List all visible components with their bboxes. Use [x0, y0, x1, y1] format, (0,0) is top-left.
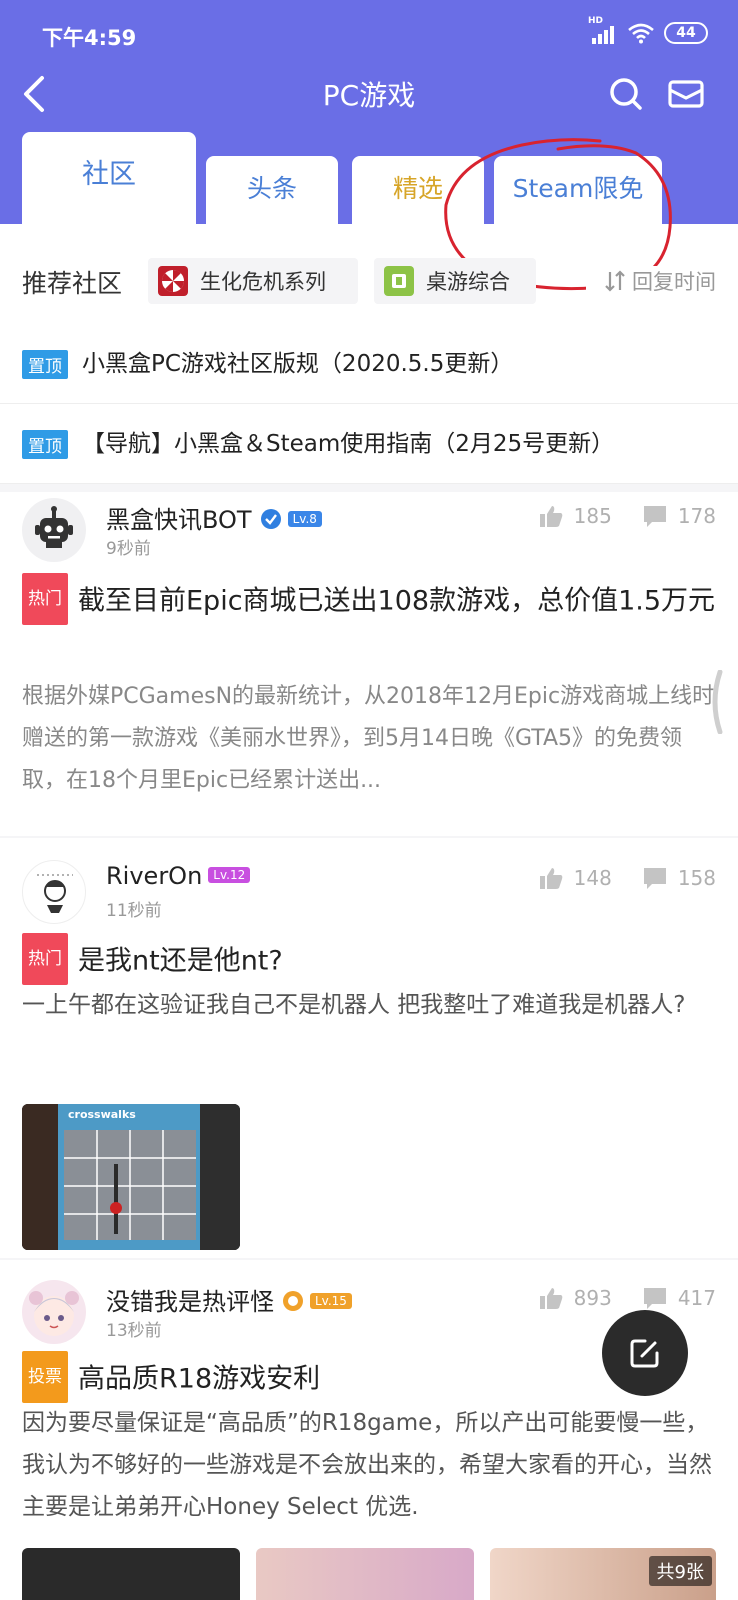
post-time: 9秒前 — [106, 539, 151, 559]
sort-by-reply-time[interactable]: 回复时间 — [586, 266, 716, 296]
post-title-text: 截至目前Epic商城已送出108款游戏，总价值1.5万元 — [78, 585, 716, 617]
mail-icon[interactable] — [666, 74, 706, 114]
post-stats: 893 417 — [538, 1286, 716, 1310]
tab-community[interactable]: 社区 — [22, 132, 196, 224]
comment-icon[interactable] — [642, 866, 668, 890]
status-time: 下午4:59 — [42, 26, 137, 50]
post-excerpt: 根据外媒PCGamesN的最新统计，从2018年12月Epic游戏商城上线时赠送… — [22, 684, 715, 793]
captcha-photo: crosswalks — [22, 1104, 240, 1250]
comment-count: 178 — [677, 504, 716, 528]
pinned-badge: 置顶 — [22, 350, 68, 379]
post-excerpt: 因为要尽量保证是“高品质”的R18game，所以产出可能要慢一些，我认为不够好的… — [22, 1410, 712, 1520]
post-title[interactable]: 热门 截至目前Epic商城已送出108款游戏，总价值1.5万元 — [22, 573, 716, 628]
post-card[interactable]: 黑盒快讯BOT Lv.8 9秒前 185 178 热门 截至目前Epic商城已送出1… — [0, 498, 738, 838]
post-time: 13秒前 — [106, 1321, 162, 1341]
community-chip-board-games[interactable]: 桌游综合 — [374, 258, 536, 304]
level-badge: Lv.8 — [287, 511, 322, 527]
tab-featured[interactable]: 精选 — [352, 156, 484, 224]
username[interactable]: 没错我是热评怪 Lv.15 — [106, 1282, 352, 1317]
community-chip-resident-evil[interactable]: 生化危机系列 — [148, 258, 358, 304]
comment-count: 158 — [677, 866, 716, 890]
wifi-icon — [628, 23, 654, 44]
post-title[interactable]: 热门 是我nt还是他nt? — [22, 933, 716, 988]
image-count-badge: 共9张 — [648, 1556, 712, 1586]
pinned-title: 小黑盒PC游戏社区版规（2020.5.5更新） — [82, 351, 514, 377]
edit-icon — [630, 1339, 659, 1368]
username-text: RiverOn — [106, 862, 203, 890]
like-icon[interactable] — [538, 1286, 564, 1310]
comment-icon[interactable] — [642, 1286, 668, 1310]
like-count: 148 — [573, 866, 612, 890]
compose-button[interactable] — [602, 1310, 688, 1396]
vote-badge: 投票 — [22, 1351, 68, 1403]
section-divider — [0, 484, 738, 492]
sort-icon — [605, 270, 625, 292]
pinned-post[interactable]: 置顶 小黑盒PC游戏社区版规（2020.5.5更新） — [0, 324, 738, 404]
post-title-text: 是我nt还是他nt? — [78, 945, 283, 977]
robot-icon — [35, 506, 73, 548]
tab-steam-free[interactable]: Steam限免 — [494, 156, 662, 224]
signal-icon: HD — [588, 16, 618, 44]
username[interactable]: RiverOn Lv.12 — [106, 862, 251, 890]
post-divider — [0, 1258, 738, 1260]
pinned-title: 【导航】小黑盒＆Steam使用指南（2月25号更新） — [82, 431, 615, 457]
tab-headlines[interactable]: 头条 — [206, 156, 338, 224]
like-icon[interactable] — [538, 866, 564, 890]
post-image[interactable] — [256, 1548, 474, 1600]
signal-hd-label: HD — [588, 16, 604, 26]
umbrella-logo-icon — [158, 266, 188, 296]
hot-badge: 热门 — [22, 933, 68, 985]
verified-icon — [260, 509, 281, 529]
avatar[interactable] — [22, 1280, 86, 1344]
image-caption: crosswalks — [68, 1108, 136, 1121]
post-divider — [0, 836, 738, 838]
post-image[interactable] — [22, 1548, 240, 1600]
post-image[interactable]: crosswalks — [22, 1104, 240, 1250]
chip-label: 桌游综合 — [426, 270, 510, 294]
avatar[interactable] — [22, 498, 86, 562]
pinned-badge: 置顶 — [22, 430, 68, 459]
search-icon[interactable] — [606, 74, 646, 114]
post-title-text: 高品质R18游戏安利 — [78, 1363, 321, 1395]
like-count: 893 — [573, 1286, 612, 1310]
level-badge: Lv.12 — [208, 867, 251, 883]
post-image-strip[interactable]: 共9张 — [0, 1548, 738, 1600]
sort-label: 回复时间 — [632, 270, 716, 294]
status-bar: 下午4:59 HD 44 — [0, 16, 738, 52]
board-game-icon — [384, 266, 414, 296]
sketch-avatar-icon — [37, 874, 73, 913]
like-count: 185 — [573, 504, 612, 528]
hot-badge: 热门 — [22, 573, 68, 625]
app-header: 下午4:59 HD 44 PC游戏 社区 头条 精选 Steam限免 — [0, 0, 738, 224]
level-badge: Lv.15 — [310, 1293, 352, 1309]
post-card[interactable]: RiverOn Lv.12 11秒前 148 158 热门 是我nt还是他nt? 一… — [0, 860, 738, 1260]
post-stats: 148 158 — [538, 866, 716, 890]
status-icons: HD 44 — [588, 16, 708, 44]
post-excerpt: 一上午都在这验证我自己不是机器人 把我整吐了难道我是机器人? — [22, 992, 686, 1018]
scroll-handle[interactable] — [704, 670, 724, 734]
pinned-post[interactable]: 置顶 【导航】小黑盒＆Steam使用指南（2月25号更新） — [0, 404, 738, 484]
chip-label: 生化危机系列 — [200, 270, 326, 294]
nav-bar: PC游戏 — [0, 66, 738, 122]
comment-icon[interactable] — [642, 504, 668, 528]
medal-icon — [283, 1291, 303, 1311]
like-icon[interactable] — [538, 504, 564, 528]
post-time: 11秒前 — [106, 901, 162, 921]
username-text: 黑盒快讯BOT — [106, 506, 252, 534]
tab-bar: 社区 头条 精选 Steam限免 — [0, 132, 738, 224]
post-stats: 185 178 — [538, 504, 716, 528]
username-text: 没错我是热评怪 — [106, 1288, 274, 1316]
recommend-label: 推荐社区 — [22, 269, 123, 298]
comment-count: 417 — [677, 1286, 716, 1310]
recommend-row: 推荐社区 生化危机系列 桌游综合 回复时间 — [0, 258, 738, 308]
username[interactable]: 黑盒快讯BOT Lv.8 — [106, 500, 322, 535]
battery-indicator: 44 — [664, 22, 708, 44]
anime-avatar-icon — [29, 1291, 79, 1336]
avatar[interactable] — [22, 860, 86, 924]
